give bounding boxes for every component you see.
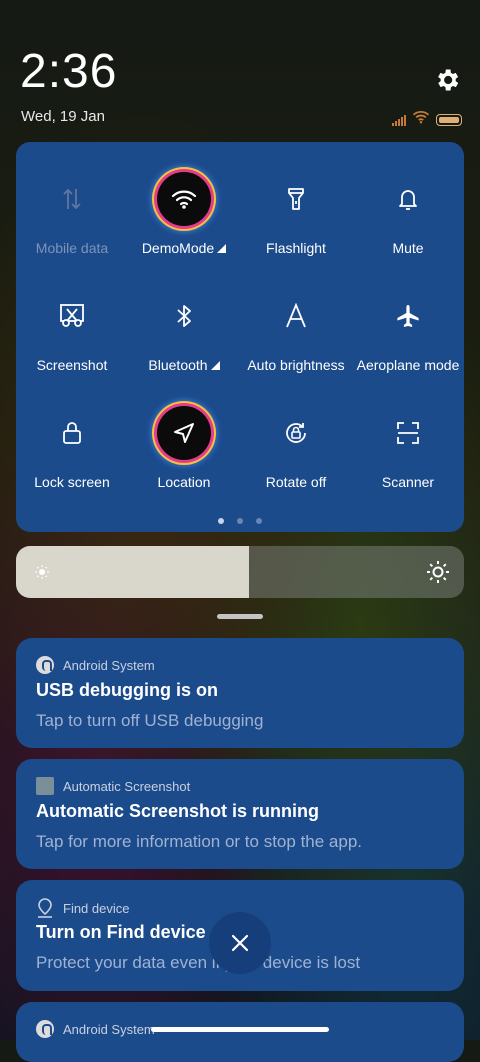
qs-tile-aeroplane-mode[interactable]: Aeroplane mode: [352, 289, 464, 373]
notification-card[interactable]: Android System USB debugging is on Tap t…: [16, 638, 464, 748]
brightness-slider[interactable]: [16, 546, 464, 598]
qs-tile-mute[interactable]: Mute: [352, 172, 464, 256]
notification-app-name: Find device: [63, 900, 130, 916]
qs-tile-label: Screenshot: [36, 357, 108, 373]
notification-app-name: Android System: [63, 1021, 155, 1037]
notification-card[interactable]: Automatic Screenshot Automatic Screensho…: [16, 759, 464, 869]
qs-tile-screenshot[interactable]: Screenshot: [16, 289, 128, 373]
notification-card[interactable]: Android System: [16, 1002, 464, 1062]
android-system-icon: [36, 1020, 54, 1038]
page-dot: [237, 518, 243, 524]
settings-gear-icon[interactable]: [433, 66, 461, 94]
qs-tile-flashlight[interactable]: Flashlight: [240, 172, 352, 256]
notification-title: Turn on Find device: [36, 922, 206, 942]
qs-tile-scanner[interactable]: Scanner: [352, 406, 464, 490]
status-icons: [392, 110, 462, 129]
gesture-nav-bar[interactable]: [151, 1027, 329, 1032]
bluetooth-icon: [157, 289, 211, 343]
mobile-data-icon: [45, 172, 99, 226]
page-indicator: [16, 518, 464, 524]
bell-icon: [381, 172, 435, 226]
wifi-icon: [412, 110, 430, 129]
qs-tile-label: Location: [157, 474, 211, 490]
qs-tile-label: Rotate off: [265, 474, 327, 490]
qs-tile-location[interactable]: Location: [128, 406, 240, 490]
clock-date: Wed, 19 Jan: [21, 108, 105, 125]
android-system-icon: [36, 656, 54, 674]
page-dot: [256, 518, 262, 524]
airplane-icon: [381, 289, 435, 343]
notification-body: Protect your data even if your device is…: [36, 953, 361, 972]
signal-icon: [392, 114, 406, 126]
scanner-icon: [381, 406, 435, 460]
qs-tile-label: Bluetooth: [128, 357, 240, 373]
qs-tile-rotate-off[interactable]: Rotate off: [240, 406, 352, 490]
notification-title: USB debugging is on: [36, 680, 218, 700]
wifi-icon: [157, 172, 211, 226]
qs-tile-label: Flashlight: [266, 240, 326, 256]
clock-time: 2:36: [20, 45, 118, 98]
screenshot-app-icon: [36, 777, 54, 795]
qs-tile-mobile-data[interactable]: Mobile data: [16, 172, 128, 256]
page-dot: [218, 518, 224, 524]
auto-brightness-icon: [269, 289, 323, 343]
expand-arrow-icon: [210, 361, 220, 370]
drag-handle[interactable]: [217, 614, 263, 619]
notification-app-name: Automatic Screenshot: [63, 778, 191, 794]
qs-tile-label: Mobile data: [35, 240, 109, 256]
qs-tile-label: Aeroplane mode: [356, 357, 460, 373]
qs-tile-demomode[interactable]: DemoMode: [128, 172, 240, 256]
qs-tile-label: Lock screen: [34, 474, 110, 490]
qs-tile-bluetooth[interactable]: Bluetooth: [128, 289, 240, 373]
scissors-icon: [45, 289, 99, 343]
qs-tile-lock-screen[interactable]: Lock screen: [16, 406, 128, 490]
notification-body: Tap to turn off USB debugging: [36, 711, 264, 730]
qs-tile-label: Auto brightness: [247, 357, 345, 373]
rotate-lock-icon: [269, 406, 323, 460]
brightness-low-icon: [35, 565, 49, 579]
location-icon: [157, 406, 211, 460]
brightness-high-icon: [427, 561, 449, 583]
notification-body: Tap for more information or to stop the …: [36, 832, 363, 851]
notification-app-name: Android System: [63, 657, 155, 673]
find-device-icon: [38, 898, 52, 918]
clear-all-button[interactable]: [209, 912, 271, 974]
qs-tile-label: DemoMode: [128, 240, 240, 256]
qs-tile-auto-brightness[interactable]: Auto brightness: [240, 289, 352, 373]
notification-title: Automatic Screenshot is running: [36, 801, 320, 821]
expand-arrow-icon: [217, 244, 227, 253]
qs-tile-label: Mute: [392, 240, 424, 256]
battery-icon: [436, 113, 462, 126]
qs-tile-label: Scanner: [381, 474, 435, 490]
flashlight-icon: [269, 172, 323, 226]
close-icon: [231, 934, 249, 952]
lock-icon: [45, 406, 99, 460]
quick-settings-panel: Mobile data DemoMode Flashlight Mute Screens…: [16, 142, 464, 532]
